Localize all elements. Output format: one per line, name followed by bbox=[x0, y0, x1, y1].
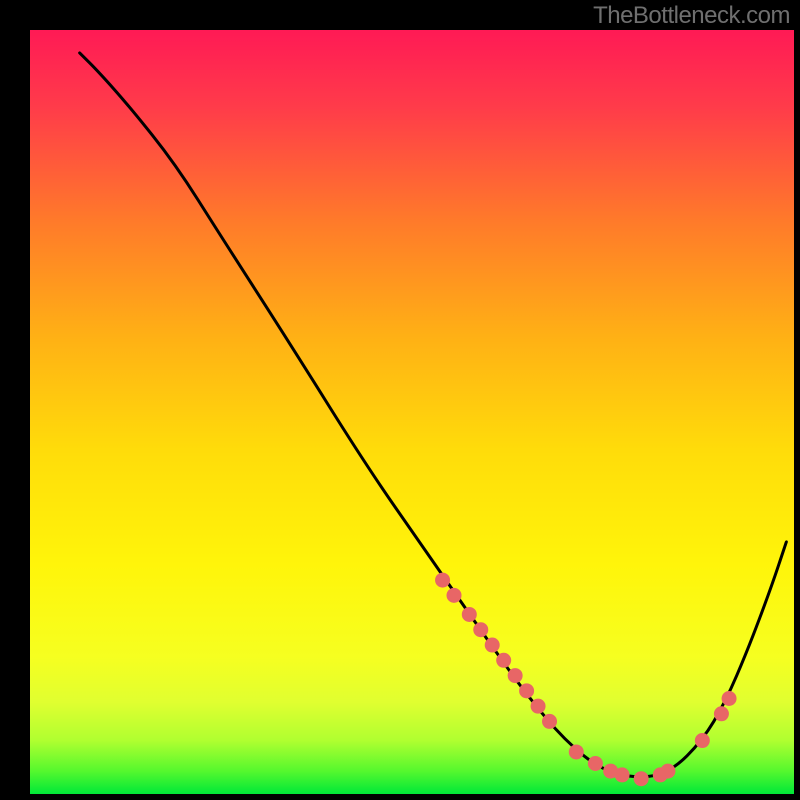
data-marker bbox=[519, 683, 534, 698]
data-marker bbox=[569, 744, 584, 759]
data-marker bbox=[473, 622, 488, 637]
data-marker bbox=[615, 767, 630, 782]
data-marker bbox=[462, 607, 477, 622]
chart-svg bbox=[0, 0, 800, 800]
data-marker bbox=[531, 699, 546, 714]
gradient-background bbox=[30, 30, 794, 794]
data-marker bbox=[508, 668, 523, 683]
data-marker bbox=[485, 638, 500, 653]
data-marker bbox=[695, 733, 710, 748]
data-marker bbox=[542, 714, 557, 729]
bottleneck-chart: TheBottleneck.com bbox=[0, 0, 800, 800]
data-marker bbox=[660, 764, 675, 779]
data-marker bbox=[496, 653, 511, 668]
data-marker bbox=[588, 756, 603, 771]
data-marker bbox=[634, 771, 649, 786]
attribution-text: TheBottleneck.com bbox=[593, 2, 790, 30]
data-marker bbox=[714, 706, 729, 721]
data-marker bbox=[447, 588, 462, 603]
data-marker bbox=[722, 691, 737, 706]
data-marker bbox=[435, 573, 450, 588]
